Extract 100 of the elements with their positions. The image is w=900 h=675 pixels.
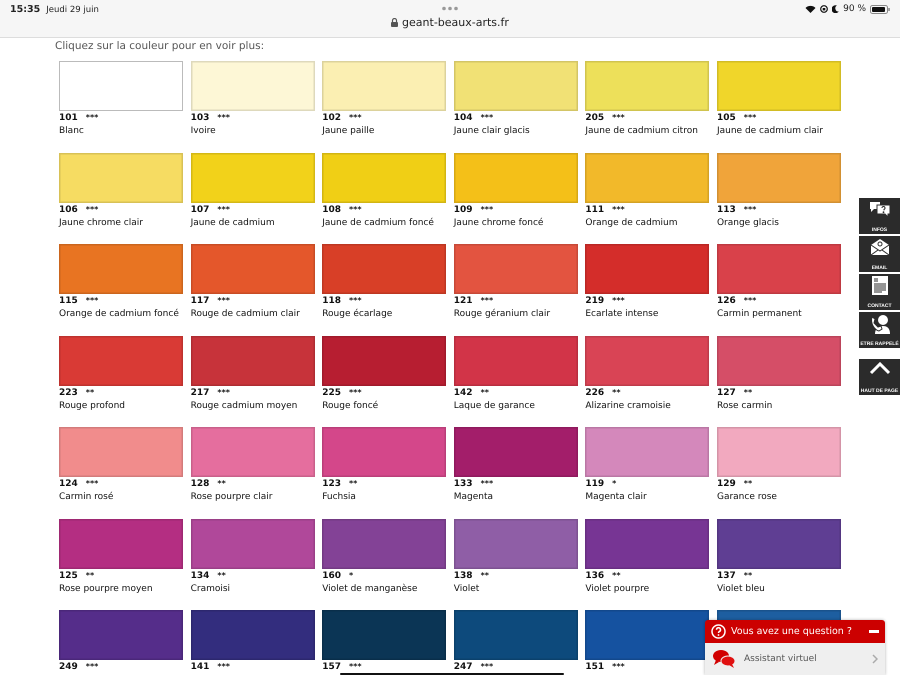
color-swatch[interactable] bbox=[585, 427, 710, 477]
color-swatch[interactable] bbox=[716, 152, 841, 202]
color-swatch[interactable] bbox=[322, 336, 446, 386]
color-swatch[interactable] bbox=[716, 518, 841, 568]
color-swatch[interactable] bbox=[454, 518, 578, 568]
color-name[interactable]: Rouge de cadmium clair bbox=[190, 308, 300, 321]
color-swatch[interactable] bbox=[454, 336, 578, 386]
color-name[interactable]: Jaune de cadmium bbox=[190, 216, 275, 230]
color-swatch[interactable] bbox=[585, 244, 710, 294]
color-swatch[interactable] bbox=[454, 610, 578, 660]
color-swatch[interactable] bbox=[454, 61, 578, 111]
color-name[interactable]: Orange de cadmium bbox=[585, 216, 678, 230]
color-swatch[interactable] bbox=[716, 336, 841, 386]
color-code: 123 bbox=[322, 479, 341, 489]
color-name[interactable]: Cramoisi bbox=[190, 582, 230, 596]
color-name[interactable]: Orange glacis bbox=[716, 216, 779, 230]
page-url[interactable]: geant-beaux-arts.fr bbox=[402, 16, 509, 29]
color-swatch[interactable] bbox=[716, 244, 841, 294]
color-swatch[interactable] bbox=[190, 152, 315, 202]
instruction-text: Cliquez sur la couleur pour en voir plus: bbox=[55, 39, 266, 53]
color-swatch[interactable] bbox=[322, 61, 446, 111]
color-name[interactable]: Magenta bbox=[454, 491, 494, 504]
color-name[interactable]: Rouge foncé bbox=[322, 400, 378, 412]
color-swatch[interactable] bbox=[190, 427, 315, 477]
color-name[interactable]: Rose carmin bbox=[716, 400, 772, 412]
color-swatch[interactable] bbox=[59, 427, 183, 477]
color-name[interactable]: Orange de cadmium foncé bbox=[59, 308, 179, 321]
color-name[interactable]: Rouge écarlage bbox=[322, 308, 392, 321]
color-swatch[interactable] bbox=[585, 61, 710, 111]
color-name[interactable]: Fuchsia bbox=[322, 491, 356, 504]
lightfastness-rating: *** bbox=[744, 296, 756, 306]
color-swatch[interactable] bbox=[454, 244, 578, 294]
color-name[interactable]: Jaune de cadmium foncé bbox=[322, 216, 434, 230]
color-swatch[interactable] bbox=[59, 61, 183, 111]
color-name[interactable]: Magenta clair bbox=[585, 491, 647, 504]
minimize-icon[interactable] bbox=[869, 630, 879, 633]
color-name[interactable]: Rouge profond bbox=[59, 400, 125, 412]
color-name[interactable]: Rouge géranium clair bbox=[454, 308, 550, 321]
color-swatch[interactable] bbox=[454, 427, 578, 477]
color-name[interactable]: Ivoire bbox=[190, 125, 216, 138]
color-code: 127 bbox=[716, 388, 736, 398]
color-swatch[interactable] bbox=[585, 152, 710, 202]
color-name[interactable]: Alizarine cramoisie bbox=[585, 400, 671, 412]
color-name[interactable]: Jaune chrome foncé bbox=[454, 216, 544, 230]
color-code: 121 bbox=[454, 296, 473, 306]
color-swatch[interactable] bbox=[190, 610, 315, 660]
color-name[interactable]: Ecarlate intense bbox=[585, 308, 658, 321]
color-swatch[interactable] bbox=[190, 336, 315, 386]
color-swatch[interactable] bbox=[716, 427, 841, 477]
lightfastness-rating: * bbox=[348, 570, 354, 580]
lightfastness-rating: *** bbox=[86, 113, 98, 123]
color-name[interactable]: Violet de manganèse bbox=[322, 582, 418, 596]
color-swatch[interactable] bbox=[322, 610, 446, 660]
lightfastness-rating: *** bbox=[217, 388, 230, 398]
color-code: 142 bbox=[454, 388, 473, 398]
color-swatch[interactable] bbox=[59, 152, 183, 202]
color-swatch[interactable] bbox=[322, 427, 446, 477]
color-swatch[interactable] bbox=[322, 518, 446, 568]
chat-assistant-row[interactable]: Assistant virtuel bbox=[705, 643, 885, 675]
color-name[interactable]: Carmin permanent bbox=[716, 308, 802, 321]
color-name[interactable]: Garance rose bbox=[716, 491, 777, 504]
color-code: 107 bbox=[190, 204, 210, 214]
color-code: 223 bbox=[59, 388, 78, 398]
color-name[interactable]: Jaune de cadmium citron bbox=[585, 125, 698, 138]
color-name[interactable]: Blanc bbox=[59, 125, 84, 138]
color-name[interactable]: Jaune paille bbox=[322, 125, 374, 138]
question-icon bbox=[711, 624, 726, 639]
color-name[interactable]: Rose pourpre clair bbox=[190, 491, 272, 504]
color-name[interactable]: Laque de garance bbox=[454, 400, 535, 412]
color-swatch[interactable] bbox=[585, 610, 710, 660]
color-name[interactable]: Jaune chrome clair bbox=[59, 216, 143, 230]
lightfastness-rating: *** bbox=[86, 204, 98, 214]
color-name[interactable]: Jaune de cadmium clair bbox=[716, 125, 823, 138]
color-swatch[interactable] bbox=[190, 61, 315, 111]
color-swatch[interactable] bbox=[59, 610, 183, 660]
color-code: 138 bbox=[454, 570, 473, 580]
color-swatch[interactable] bbox=[585, 336, 710, 386]
color-swatch[interactable] bbox=[322, 152, 446, 202]
color-swatch[interactable] bbox=[59, 518, 183, 568]
color-swatch[interactable] bbox=[716, 61, 841, 111]
wifi-icon bbox=[805, 5, 816, 13]
color-name[interactable]: Violet pourpre bbox=[585, 582, 650, 596]
color-name[interactable]: Violet bleu bbox=[716, 582, 765, 596]
more-dots-icon[interactable] bbox=[441, 6, 459, 11]
color-name[interactable]: Rose pourpre moyen bbox=[59, 582, 153, 596]
chat-header[interactable]: Vous avez une question ? bbox=[705, 620, 885, 643]
color-name[interactable]: Rouge cadmium moyen bbox=[190, 400, 298, 412]
color-swatch[interactable] bbox=[585, 518, 710, 568]
color-swatch[interactable] bbox=[190, 518, 315, 568]
lightfastness-rating: *** bbox=[348, 388, 362, 398]
color-swatch[interactable] bbox=[454, 152, 578, 202]
color-name[interactable]: Carmin rosé bbox=[59, 491, 114, 504]
color-swatch[interactable] bbox=[190, 244, 315, 294]
lightfastness-rating: *** bbox=[480, 479, 494, 489]
color-swatch[interactable] bbox=[322, 244, 446, 294]
color-name[interactable]: Violet bbox=[454, 582, 480, 596]
color-code: 247 bbox=[454, 662, 473, 672]
color-swatch[interactable] bbox=[59, 244, 183, 294]
color-swatch[interactable] bbox=[59, 336, 183, 386]
color-name[interactable]: Jaune clair glacis bbox=[454, 125, 530, 138]
